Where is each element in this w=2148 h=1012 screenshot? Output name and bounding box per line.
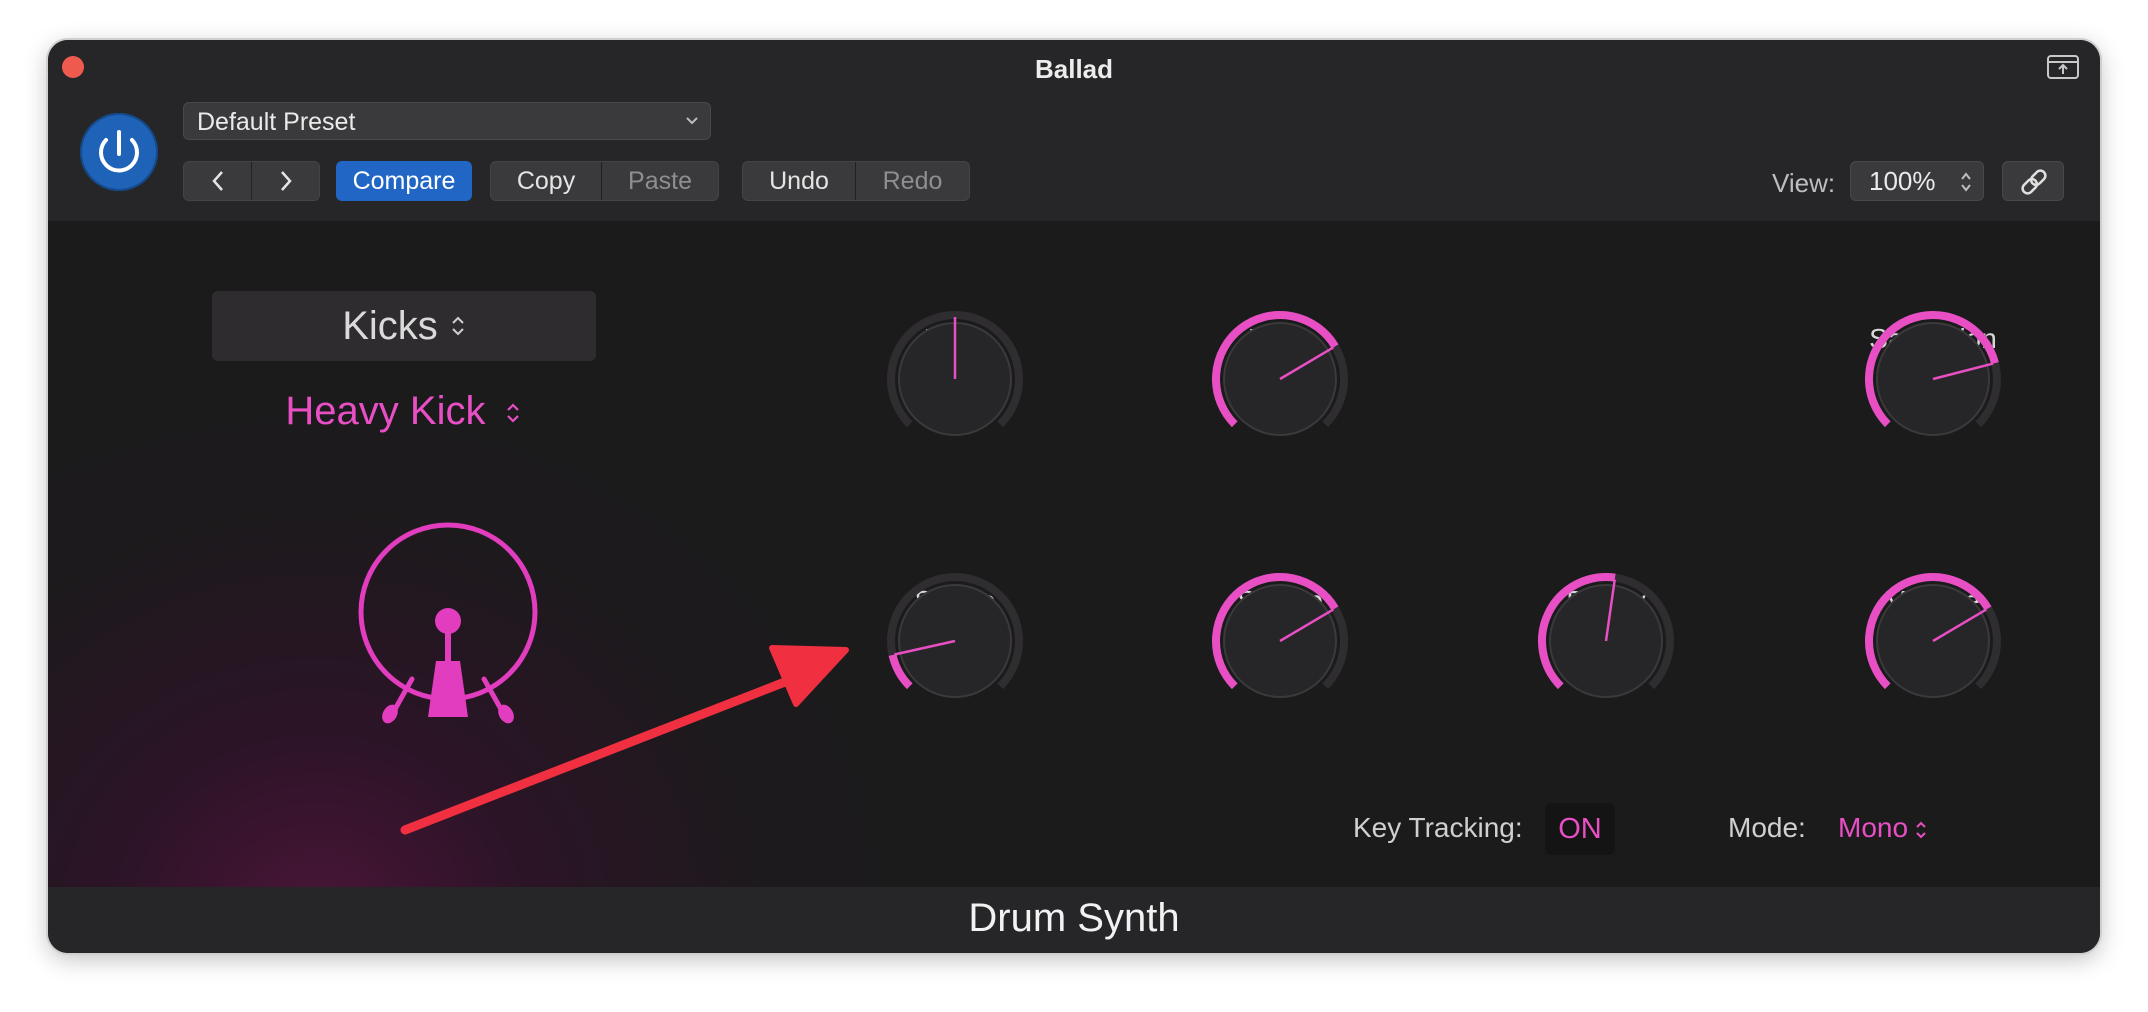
power-icon — [99, 130, 139, 173]
chevron-right-icon — [280, 171, 292, 191]
chevron-down-icon — [686, 117, 698, 125]
link-button[interactable] — [2002, 161, 2064, 201]
previous-preset-button[interactable] — [184, 162, 251, 200]
copy-paste-group: Copy Paste — [490, 161, 719, 201]
plugin-name-bar: Drum Synth — [48, 887, 2100, 953]
undo-redo-group: Undo Redo — [742, 161, 970, 201]
updown-chevron-icon — [1961, 172, 1971, 192]
kit-name: Heavy Kick — [285, 389, 486, 433]
kick-drum-icon — [358, 522, 538, 724]
key-tracking-toggle[interactable]: ON — [1545, 803, 1615, 855]
volume-knob[interactable] — [1851, 559, 2015, 723]
mode-label: Mode: — [1728, 812, 1806, 843]
view-label: View: — [1772, 168, 1836, 198]
preset-nav-group — [183, 161, 320, 201]
kit-select[interactable]: Heavy Kick — [168, 389, 638, 434]
view-zoom-value: 100% — [1869, 166, 1936, 196]
undo-button[interactable]: Undo — [743, 162, 855, 200]
window-title: Ballad — [1034, 54, 1114, 84]
drum-synth-panel: Kicks Heavy Kick Pitch Tone Saturation S… — [48, 221, 2100, 887]
power-button[interactable] — [80, 113, 158, 191]
mode-select[interactable]: Mono — [1838, 812, 1928, 844]
mode-value: Mono — [1838, 812, 1909, 843]
redo-button[interactable]: Redo — [855, 162, 969, 200]
plugin-name: Drum Synth — [968, 896, 1180, 940]
preset-name: Default Preset — [197, 108, 356, 136]
sweep-knob[interactable] — [1198, 559, 1362, 723]
shape-knob[interactable] — [873, 559, 1037, 723]
updown-chevron-icon — [506, 403, 519, 423]
category-select[interactable]: Kicks — [212, 291, 596, 361]
chevron-left-icon — [211, 171, 223, 191]
pitch-knob[interactable] — [873, 297, 1037, 461]
category-name: Kicks — [342, 303, 438, 348]
updown-chevron-icon — [1916, 821, 1926, 839]
key-tracking-label: Key Tracking: — [1353, 812, 1523, 843]
paste-button[interactable]: Paste — [601, 162, 718, 200]
plugin-window: Ballad Default Preset Compare Copy Paste… — [48, 40, 2100, 953]
decay-knob[interactable] — [1524, 559, 1688, 723]
copy-button[interactable]: Copy — [491, 162, 601, 200]
updown-chevron-icon — [452, 316, 464, 336]
preset-dropdown[interactable]: Default Preset — [183, 102, 711, 140]
link-icon — [2021, 169, 2047, 195]
saturation-knob[interactable] — [1851, 297, 2015, 461]
view-zoom-select[interactable]: 100% — [1850, 161, 1984, 201]
plugin-header: Ballad Default Preset Compare Copy Paste… — [48, 40, 2100, 221]
next-preset-button[interactable] — [251, 162, 319, 200]
compare-button[interactable]: Compare — [336, 161, 472, 201]
tone-knob[interactable] — [1198, 297, 1362, 461]
expand-window-icon[interactable] — [2046, 54, 2080, 80]
